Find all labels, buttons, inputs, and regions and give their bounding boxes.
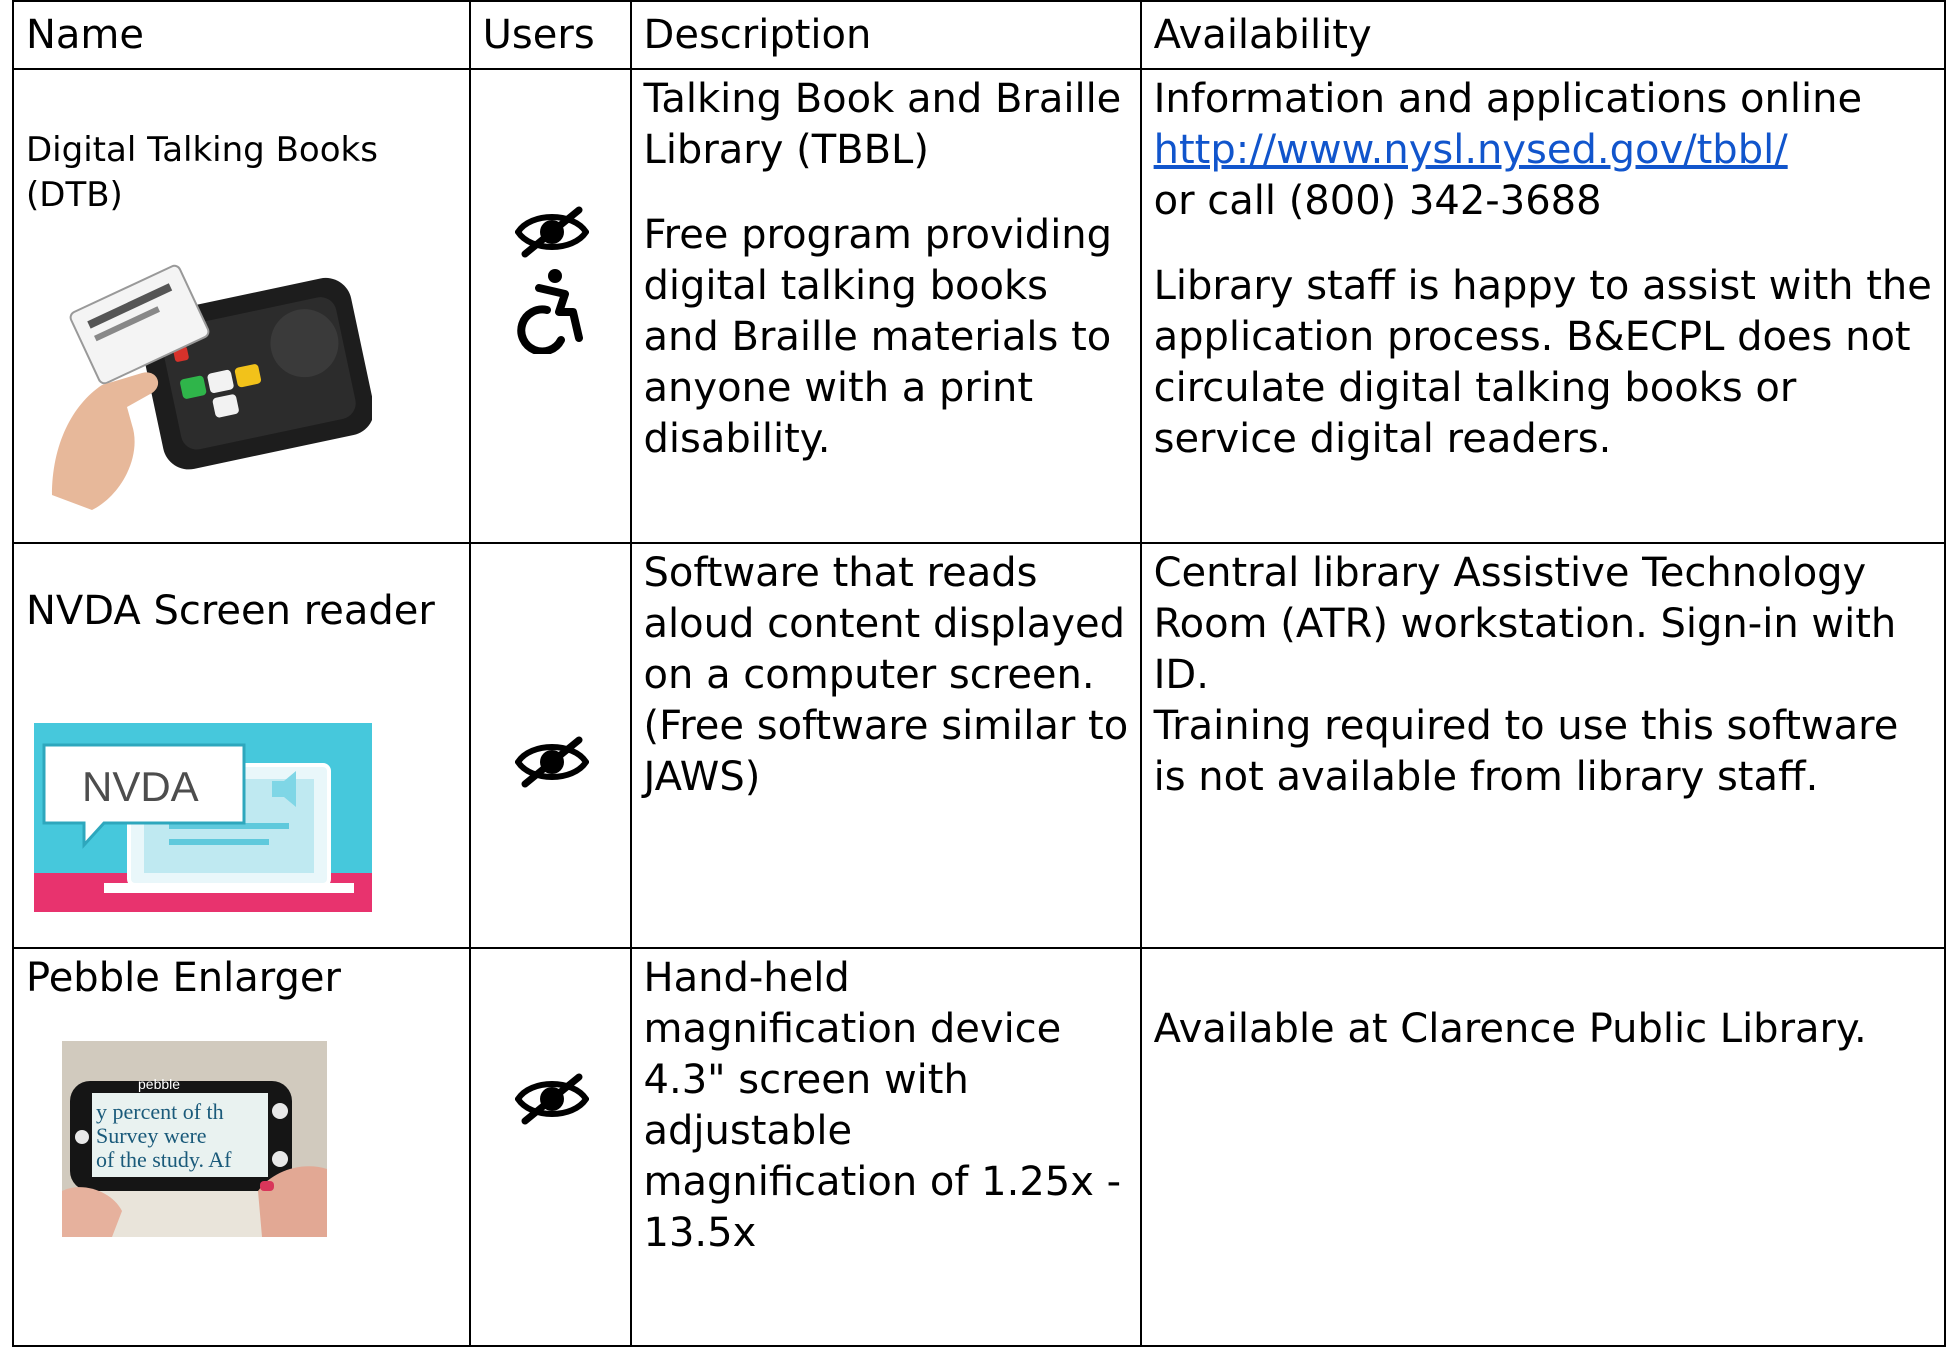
description-cell: Talking Book and Braille Library (TBBL) …: [629, 68, 1142, 544]
users-cell: [468, 947, 632, 1347]
row-availability-intro: Information and applications online: [1153, 76, 1863, 122]
header-availability-cell: Availability: [1139, 0, 1946, 70]
availability-cell: Central library Assistive Technology Roo…: [1139, 542, 1946, 949]
assistive-technology-table: Name Users Description Availability Digi…: [12, 0, 1946, 1347]
eye-slash-icon: [514, 1073, 589, 1125]
description-cell: Software that reads aloud content displa…: [629, 542, 1142, 949]
header-availability: Availability: [1153, 12, 1372, 58]
name-cell: Digital Talking Books (DTB): [12, 68, 471, 544]
row-availability-phone: or call (800) 342-3688: [1153, 178, 1602, 224]
table-row: Digital Talking Books (DTB) Talking Book…: [12, 68, 1946, 544]
users-cell: [468, 542, 632, 949]
table-row: NVDA Screen reader NVDA Software that re…: [12, 542, 1946, 949]
table-header-row: Name Users Description Availability: [12, 0, 1946, 70]
row-availability: Available at Clarence Public Library.: [1153, 1006, 1867, 1052]
header-description: Description: [643, 12, 872, 58]
name-cell: Pebble Enlarger pebble y percent of th S…: [12, 947, 471, 1347]
dtb-player-image: [32, 255, 372, 515]
header-users-cell: Users: [468, 0, 632, 70]
name-cell: NVDA Screen reader NVDA: [12, 542, 471, 949]
table-row: Pebble Enlarger pebble y percent of th S…: [12, 947, 1946, 1347]
users-cell: [468, 68, 632, 544]
header-name-cell: Name: [12, 0, 471, 70]
row-availability-note: Library staff is happy to assist with th…: [1153, 263, 1932, 462]
pebble-text-line: Survey were: [96, 1123, 207, 1148]
description-cell: Hand-held magnification device 4.3" scre…: [629, 947, 1142, 1347]
row-availability-line1: Central library Assistive Technology Roo…: [1153, 550, 1897, 698]
row-availability-line2: Training required to use this software i…: [1153, 703, 1899, 800]
pebble-text-line: of the study. Af: [96, 1147, 232, 1172]
row-name: Digital Talking Books (DTB): [26, 130, 378, 215]
eye-slash-icon: [514, 206, 589, 258]
pebble-text-line: y percent of th: [96, 1099, 224, 1124]
row-description-title: Talking Book and Braille Library (TBBL): [643, 76, 1122, 173]
row-description: Software that reads aloud content displa…: [643, 550, 1129, 800]
pebble-brand: pebble: [138, 1076, 180, 1092]
header-users: Users: [482, 12, 595, 58]
row-description: Hand-held magnification device 4.3" scre…: [643, 955, 1122, 1256]
availability-cell: Available at Clarence Public Library.: [1139, 947, 1946, 1347]
nvda-image: NVDA: [34, 723, 372, 912]
pebble-image: pebble y percent of th Survey were of th…: [62, 1041, 327, 1237]
wheelchair-icon: [516, 269, 583, 354]
row-description-body: Free program providing digital talking b…: [643, 212, 1113, 462]
row-name: NVDA Screen reader: [26, 588, 435, 634]
nvda-image-text: NVDA: [82, 763, 199, 810]
header-name: Name: [26, 12, 145, 58]
availability-cell: Information and applications online http…: [1139, 68, 1946, 544]
row-name: Pebble Enlarger: [26, 955, 341, 1001]
header-description-cell: Description: [629, 0, 1142, 70]
tbbl-link[interactable]: http://www.nysl.nysed.gov/tbbl/: [1154, 127, 1788, 173]
eye-slash-icon: [514, 736, 589, 788]
